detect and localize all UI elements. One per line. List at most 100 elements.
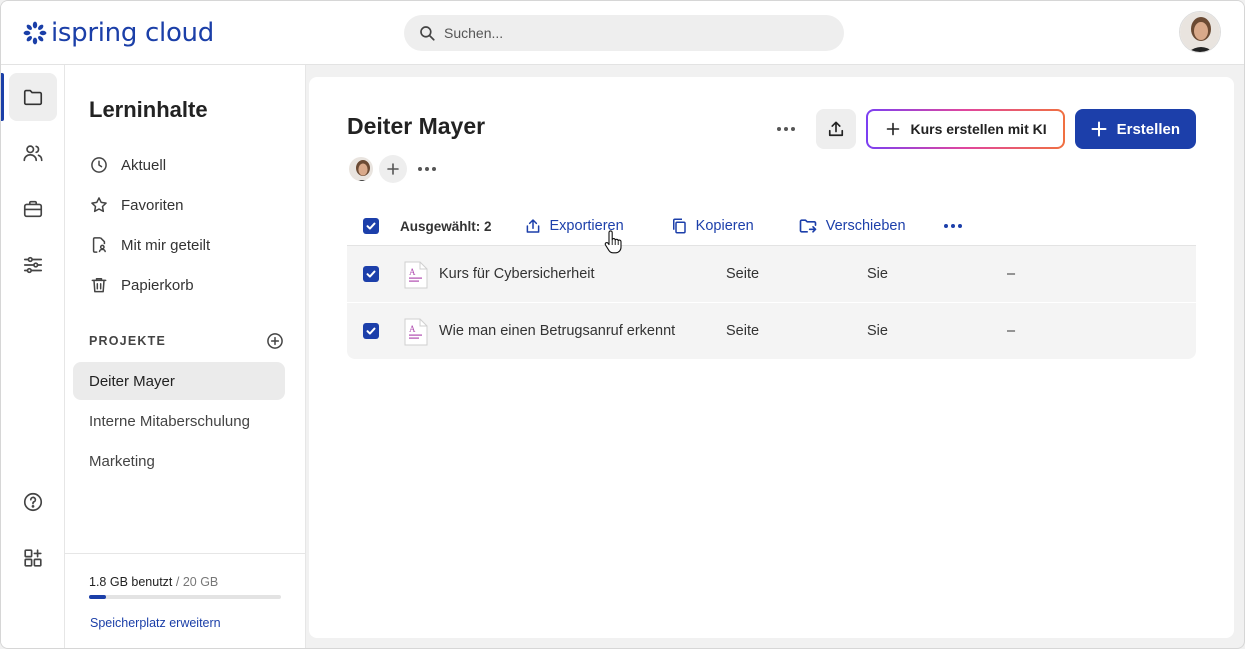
projects-label: PROJEKTE [89, 334, 166, 348]
sidebar-title: Lerninhalte [89, 97, 208, 122]
header-actions: Kurs erstellen mit KI Erstellen [766, 109, 1196, 149]
rail-active-indicator [1, 73, 4, 121]
sidebar-item-label: Mit mir geteilt [121, 236, 211, 254]
copy-icon [672, 218, 686, 234]
icon-rail [1, 65, 65, 648]
sidebar-item-label: Aktuell [121, 156, 167, 174]
storage-total: / 20 GB [175, 575, 219, 589]
sidebar: Lerninhalte Aktuell Favoriten Mit mir ge… [65, 65, 306, 648]
star-icon [91, 197, 107, 213]
storage-progress-fill [89, 595, 107, 599]
project-item-deiter-mayer[interactable]: Deiter Mayer [73, 362, 285, 400]
rail-briefcase[interactable] [9, 185, 57, 233]
more-dots-icon [777, 127, 796, 131]
apps-add-icon [24, 549, 42, 567]
sidebar-nav: Aktuell Favoriten Mit mir geteilt Papier… [89, 145, 289, 305]
row-name[interactable]: Wie man einen Betrugsanruf erkennt [439, 323, 675, 339]
top-bar: ispring cloud [1, 1, 1244, 65]
svg-text:A: A [409, 267, 416, 277]
project-item-interne[interactable]: Interne Mitaberschulung [73, 402, 285, 440]
create-label: Erstellen [1116, 120, 1180, 138]
create-course-ai-label: Kurs erstellen mit KI [910, 121, 1047, 137]
content-table: A Kurs für Cybersicherheit Seite Sie – A [347, 246, 1196, 360]
select-all-checkbox[interactable] [363, 218, 379, 234]
selected-count: Ausgewählt: 2 [400, 218, 492, 234]
create-course-ai-button[interactable]: Kurs erstellen mit KI [866, 109, 1064, 149]
logo-mark-icon [23, 21, 47, 45]
more-dots-icon [418, 167, 436, 171]
svg-text:A: A [409, 324, 416, 334]
member-avatar[interactable] [347, 155, 375, 183]
rail-users[interactable] [9, 129, 57, 177]
sidebar-item-papierkorb[interactable]: Papierkorb [89, 265, 289, 305]
create-button[interactable]: Erstellen [1074, 109, 1196, 149]
rail-settings[interactable] [9, 241, 57, 289]
app-window: ispring cloud Suchen... Lerninhalte Aktu… [0, 0, 1245, 649]
row-type: Seite [726, 266, 760, 282]
storage-progress [89, 595, 281, 599]
table-row[interactable]: A Kurs für Cybersicherheit Seite Sie – [347, 246, 1196, 302]
logo-text: ispring cloud [51, 18, 214, 48]
check-icon [366, 270, 376, 278]
check-icon [366, 327, 376, 335]
sidebar-item-shared[interactable]: Mit mir geteilt [89, 225, 289, 265]
copy-label: Kopieren [695, 218, 754, 234]
search-bar[interactable] [404, 15, 844, 51]
check-icon [366, 222, 376, 230]
user-avatar[interactable] [1179, 11, 1221, 53]
trash-icon [91, 278, 107, 293]
sidebar-item-label: Favoriten [121, 196, 184, 214]
page-file-icon: A [404, 318, 428, 346]
row-owner: Sie [867, 323, 888, 339]
members-row [347, 155, 443, 183]
move-label: Verschieben [825, 218, 906, 234]
row-checkbox[interactable] [363, 266, 379, 282]
copy-button[interactable]: Kopieren [670, 217, 754, 235]
users-icon [23, 145, 43, 162]
upload-button[interactable] [816, 109, 857, 149]
project-label: Marketing [89, 452, 155, 470]
selection-toolbar: Ausgewählt: 2 Exportieren Kopieren Versc… [347, 207, 1196, 246]
project-label: Deiter Mayer [89, 372, 175, 390]
hand-cursor-icon [604, 230, 622, 254]
projects-header: PROJEKTE [89, 331, 285, 351]
sliders-icon [23, 256, 43, 274]
shared-doc-icon [92, 237, 106, 253]
upload-icon [829, 121, 844, 137]
briefcase-icon [23, 200, 43, 218]
add-member-button[interactable] [379, 155, 407, 183]
projects-list: Deiter Mayer Interne Mitaberschulung Mar… [73, 362, 285, 482]
sidebar-item-aktuell[interactable]: Aktuell [89, 145, 289, 185]
row-name[interactable]: Kurs für Cybersicherheit [439, 266, 595, 282]
row-checkbox[interactable] [363, 323, 379, 339]
move-button[interactable]: Verschieben [798, 216, 906, 236]
more-dots-icon [943, 224, 962, 228]
plus-icon [387, 163, 399, 175]
table-row[interactable]: A Wie man einen Betrugsanruf erkennt Sei… [347, 303, 1196, 359]
rail-content[interactable] [9, 73, 57, 121]
page-file-icon: A [404, 261, 428, 289]
folder-icon [23, 89, 43, 106]
project-label: Interne Mitaberschulung [89, 412, 250, 430]
toolbar-more-button[interactable] [943, 224, 962, 228]
search-icon [420, 26, 435, 41]
sidebar-item-favoriten[interactable]: Favoriten [89, 185, 289, 225]
logo[interactable]: ispring cloud [23, 17, 214, 49]
members-more-button[interactable] [411, 155, 443, 183]
help-icon [23, 492, 43, 512]
more-options-button[interactable] [766, 109, 806, 149]
rail-apps[interactable] [9, 534, 57, 582]
project-item-marketing[interactable]: Marketing [73, 442, 285, 480]
search-input[interactable] [444, 25, 824, 41]
expand-storage-link[interactable]: Speicherplatz erweitern [90, 616, 221, 630]
storage-used: 1.8 GB benutzt [89, 575, 173, 589]
sidebar-item-label: Papierkorb [121, 276, 194, 294]
row-type: Seite [726, 323, 760, 339]
plus-icon [1091, 121, 1107, 137]
move-folder-icon [799, 219, 817, 233]
add-project-icon[interactable] [265, 331, 285, 351]
main-panel: Deiter Mayer Kurs erstellen mit KI Erste… [309, 77, 1234, 638]
storage-usage: 1.8 GB benutzt / 20 GB [89, 575, 218, 589]
rail-help[interactable] [9, 478, 57, 526]
clock-icon [91, 157, 107, 173]
